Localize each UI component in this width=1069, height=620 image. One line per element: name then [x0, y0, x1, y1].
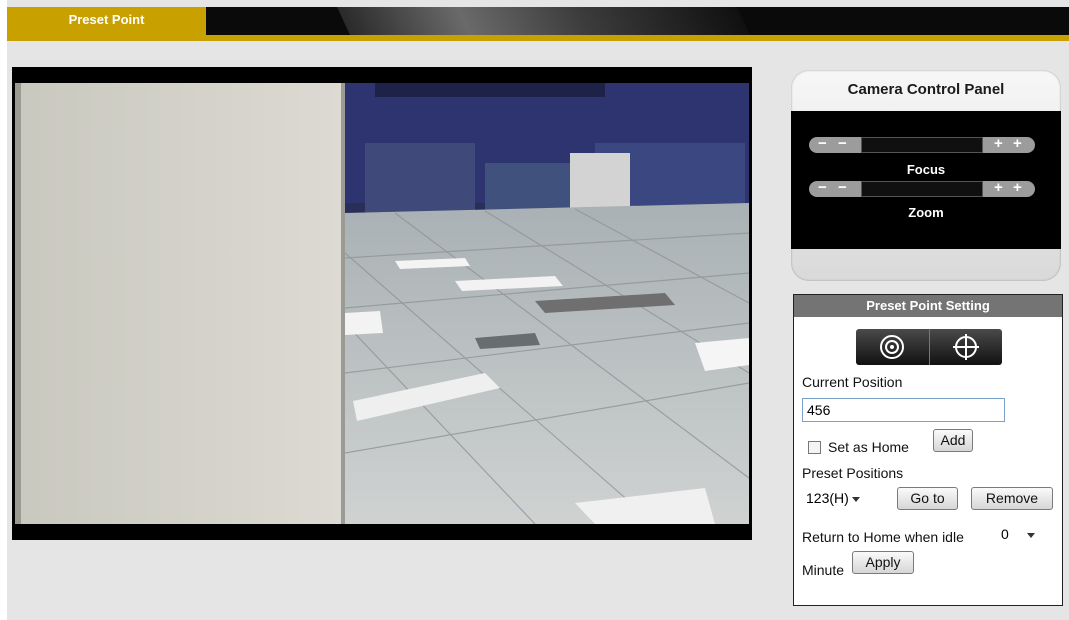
remove-button[interactable]: Remove: [971, 487, 1053, 510]
crosshair-icon: [953, 334, 979, 360]
minute-label: Minute: [802, 562, 845, 578]
focus-slider[interactable]: − − + +: [809, 135, 1035, 153]
camera-icon-button[interactable]: [856, 329, 928, 365]
crosshair-icon-button[interactable]: [929, 329, 1002, 365]
chevron-down-icon: [1027, 533, 1035, 538]
camera-control-body: − − + + Focus − − + + Zoom: [791, 111, 1061, 249]
preset-icon-group: [856, 329, 1002, 365]
apply-button[interactable]: Apply: [852, 551, 914, 574]
preset-select-value: 123(H): [806, 490, 849, 506]
zoom-label: Zoom: [908, 205, 944, 220]
preset-point-title: Preset Point Setting: [794, 295, 1062, 317]
focus-increase-button[interactable]: + +: [983, 135, 1035, 153]
focus-track[interactable]: [861, 137, 983, 153]
header-decoration: [337, 7, 751, 36]
goto-button[interactable]: Go to: [897, 487, 958, 510]
camera-control-panel: Camera Control Panel − − + + Focus − − + + Z…: [791, 70, 1061, 281]
current-position-label: Current Position: [802, 374, 903, 390]
top-header: Preset Point: [7, 7, 1069, 36]
focus-decrease-button[interactable]: − −: [809, 135, 861, 153]
preset-point-setting-panel: Preset Point Setting Current Position 45…: [793, 294, 1063, 606]
return-home-label: Return to Home when idle: [802, 529, 964, 545]
current-position-input[interactable]: 456: [802, 398, 1005, 422]
idle-minutes-select[interactable]: 0: [997, 524, 1039, 547]
camera-control-title: Camera Control Panel: [847, 81, 1005, 98]
chevron-down-icon: [852, 497, 860, 502]
preset-positions-label: Preset Positions: [802, 465, 904, 481]
video-view[interactable]: [12, 67, 752, 540]
header-accent-line: [7, 35, 1069, 41]
zoom-slider[interactable]: − − + +: [809, 179, 1035, 197]
camera-lens-icon: [880, 335, 904, 359]
tab-preset-point[interactable]: Preset Point: [7, 7, 206, 36]
focus-label: Focus: [906, 162, 946, 177]
idle-minutes-value: 0: [1001, 526, 1009, 542]
set-as-home-checkbox[interactable]: [808, 441, 821, 454]
preset-select[interactable]: 123(H): [802, 488, 864, 511]
add-button[interactable]: Add: [933, 429, 973, 452]
set-as-home-label: Set as Home: [828, 439, 909, 455]
zoom-increase-button[interactable]: + +: [983, 179, 1035, 197]
camera-feed: [15, 83, 749, 524]
zoom-track[interactable]: [861, 181, 983, 197]
zoom-decrease-button[interactable]: − −: [809, 179, 861, 197]
